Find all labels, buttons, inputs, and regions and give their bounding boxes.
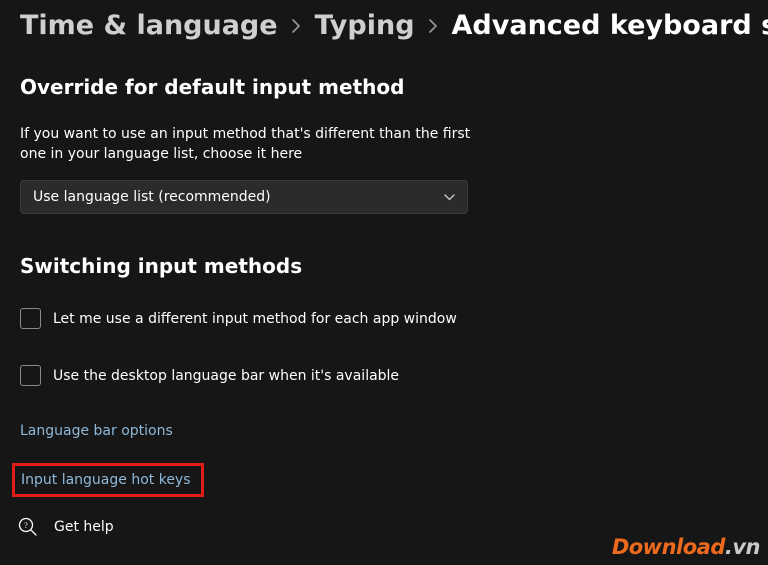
- per-app-input-checkbox-row[interactable]: Let me use a different input method for …: [20, 308, 748, 329]
- watermark: Download.vn: [612, 535, 760, 559]
- breadcrumb-typing[interactable]: Typing: [315, 10, 415, 41]
- checkbox-icon[interactable]: [20, 308, 41, 329]
- chevron-down-icon: [444, 191, 455, 204]
- get-help-label: Get help: [54, 519, 114, 535]
- override-description: If you want to use an input method that'…: [20, 125, 480, 164]
- watermark-brand: Download: [612, 535, 725, 559]
- breadcrumb: Time & language Typing Advanced keyboard…: [20, 10, 748, 41]
- language-bar-options-link[interactable]: Language bar options: [20, 423, 173, 439]
- watermark-tld: .vn: [725, 535, 760, 559]
- checkbox-icon[interactable]: [20, 365, 41, 386]
- get-help-row[interactable]: ? Get help: [18, 517, 114, 537]
- chevron-right-icon: [429, 19, 438, 33]
- svg-text:?: ?: [24, 521, 28, 530]
- help-icon: ?: [18, 517, 38, 537]
- input-method-dropdown[interactable]: Use language list (recommended): [20, 180, 468, 214]
- breadcrumb-current: Advanced keyboard settings: [452, 10, 768, 41]
- chevron-right-icon: [292, 19, 301, 33]
- switching-section-title: Switching input methods: [20, 254, 748, 278]
- desktop-language-bar-checkbox-row[interactable]: Use the desktop language bar when it's a…: [20, 365, 748, 386]
- desktop-language-bar-label: Use the desktop language bar when it's a…: [53, 368, 399, 384]
- dropdown-value: Use language list (recommended): [33, 189, 271, 205]
- input-language-hot-keys-link[interactable]: Input language hot keys: [12, 463, 204, 497]
- override-section-title: Override for default input method: [20, 75, 748, 99]
- breadcrumb-time-language[interactable]: Time & language: [20, 10, 278, 41]
- per-app-input-label: Let me use a different input method for …: [53, 311, 457, 327]
